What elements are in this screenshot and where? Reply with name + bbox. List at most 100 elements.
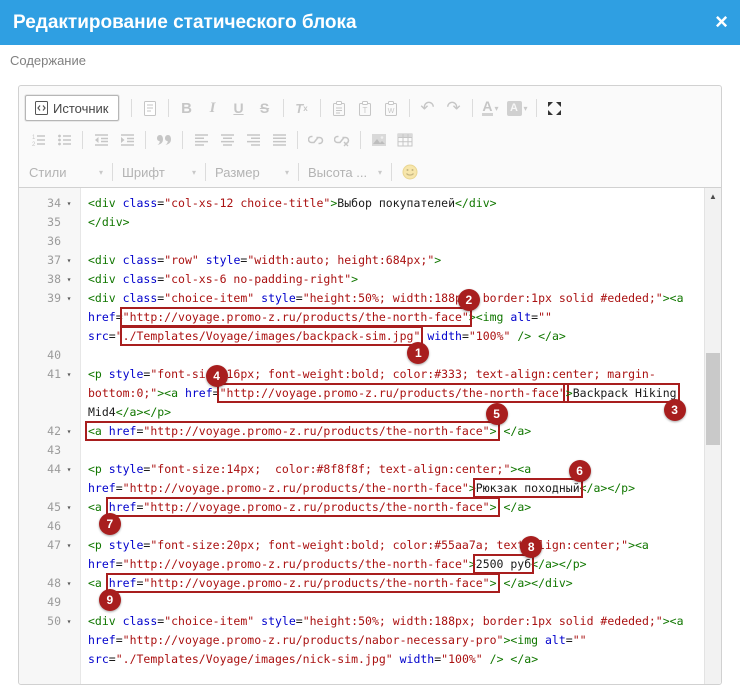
svg-text:T: T	[362, 106, 367, 115]
align-left-button[interactable]	[188, 128, 214, 152]
chevron-down-icon: ▾	[192, 168, 196, 177]
line-height-label: Высота ...	[308, 165, 367, 180]
annotation-badge: 2	[458, 289, 480, 311]
font-label: Шрифт	[122, 165, 165, 180]
toolbar-row-3: Стили▾ Шрифт ▾ Размер▾ Высота ... ▾	[25, 156, 715, 188]
fold-icon[interactable]: ▾	[61, 251, 77, 270]
fold-icon[interactable]: ▾	[61, 365, 77, 384]
annotation-badge: 4	[206, 365, 228, 387]
clipboard-icon	[332, 101, 346, 116]
align-center-icon	[220, 133, 235, 147]
annotation-box: "http://voyage.promo-z.ru/products/the-n…	[123, 310, 469, 324]
maximize-button[interactable]	[542, 96, 568, 120]
bold-button[interactable]: B	[174, 96, 200, 120]
code-line: 35</div>	[19, 213, 704, 232]
svg-text:2: 2	[32, 142, 36, 147]
font-dropdown[interactable]: Шрифт ▾	[118, 161, 200, 183]
code-line: 37▾<div class="row" style="width:auto; h…	[19, 251, 704, 270]
strikethrough-button[interactable]: S	[252, 96, 278, 120]
scroll-up-icon[interactable]: ▲	[705, 192, 721, 201]
table-button[interactable]	[392, 128, 418, 152]
fold-icon[interactable]: ▾	[61, 422, 77, 441]
remove-format-button[interactable]: Tx	[289, 96, 315, 120]
scrollbar-thumb[interactable]	[706, 353, 720, 445]
align-right-button[interactable]	[240, 128, 266, 152]
fold-icon[interactable]: ▾	[61, 460, 77, 479]
line-number: 44▾	[19, 460, 81, 479]
fold-icon[interactable]: ▾	[61, 270, 77, 289]
link-button[interactable]	[303, 128, 329, 152]
unlink-button[interactable]	[329, 128, 355, 152]
chevron-down-icon: ▾	[495, 104, 499, 113]
dialog-header: Редактирование статического блока ×	[0, 0, 740, 45]
italic-button[interactable]: I	[200, 96, 226, 120]
document-icon	[143, 101, 157, 116]
line-number: 45▾	[19, 498, 81, 517]
code-line: 47▾<p style="font-size:20px; font-weight…	[19, 536, 704, 574]
source-button[interactable]: Источник	[25, 95, 119, 121]
line-number: 41▾	[19, 365, 81, 384]
code-line: 39▾<div class="choice-item" style="heigh…	[19, 289, 704, 346]
source-code-area[interactable]: <div class="row">34▾<div class="col-xs-1…	[19, 188, 721, 684]
fold-icon[interactable]: ▾	[61, 289, 77, 308]
bulleted-list-button[interactable]	[51, 128, 77, 152]
bg-color-button[interactable]: A▾	[504, 96, 531, 120]
chevron-down-icon: ▾	[285, 168, 289, 177]
align-right-icon	[246, 133, 261, 147]
text-color-icon: A	[482, 100, 492, 116]
code-line: 46	[19, 517, 704, 536]
paste-text-button[interactable]: T	[352, 96, 378, 120]
fold-icon[interactable]: ▾	[61, 612, 77, 631]
line-number: 38▾	[19, 270, 81, 289]
line-number: 47▾	[19, 536, 81, 555]
paste-word-button[interactable]: W	[378, 96, 404, 120]
wysiwyg-editor: Источник B I U S Tx T W ↶	[18, 85, 722, 685]
close-icon[interactable]: ×	[715, 8, 728, 36]
align-center-button[interactable]	[214, 128, 240, 152]
blockquote-icon	[156, 133, 172, 147]
annotation-box: Рюкзак походный6	[476, 481, 580, 495]
content-label: Содержание	[10, 53, 86, 68]
chevron-down-icon: ▾	[378, 168, 382, 177]
line-height-dropdown[interactable]: Высота ... ▾	[304, 161, 386, 183]
underline-button[interactable]: U	[226, 96, 252, 120]
annotation-box: "http://voyage.promo-z.ru/products/the-n…	[220, 386, 566, 400]
code-line: 40	[19, 346, 704, 365]
text-color-button[interactable]: A▾	[478, 96, 504, 120]
vertical-scrollbar[interactable]: ▲	[704, 188, 721, 684]
table-icon	[397, 133, 413, 147]
code-line: 50▾<div class="choice-item" style="heigh…	[19, 612, 704, 669]
clipboard-text-icon: T	[358, 101, 372, 116]
fold-icon[interactable]: ▾	[61, 194, 77, 213]
blockquote-button[interactable]	[151, 128, 177, 152]
size-dropdown[interactable]: Размер▾	[211, 161, 293, 183]
indent-button[interactable]	[114, 128, 140, 152]
indent-icon	[120, 133, 135, 147]
dialog-title: Редактирование статического блока	[13, 0, 357, 45]
line-number: 39▾	[19, 289, 81, 308]
annotation-badge: 3	[664, 399, 686, 421]
line-number: 49	[19, 593, 81, 612]
align-justify-button[interactable]	[266, 128, 292, 152]
line-number: 42▾	[19, 422, 81, 441]
smiley-button[interactable]	[397, 160, 423, 184]
fold-icon[interactable]: ▾	[61, 498, 77, 517]
outdent-button[interactable]	[88, 128, 114, 152]
bulleted-list-icon	[57, 133, 72, 147]
annotation-box: href="http://voyage.promo-z.ru/products/…	[109, 500, 497, 514]
templates-button[interactable]	[137, 96, 163, 120]
redo-button[interactable]: ↷	[441, 96, 467, 120]
fold-icon[interactable]: ▾	[61, 536, 77, 555]
undo-button[interactable]: ↶	[415, 96, 441, 120]
annotation-badge: 6	[569, 460, 591, 482]
numbered-list-button[interactable]: 12	[25, 128, 51, 152]
source-icon	[35, 101, 48, 115]
annotation-box: href="http://voyage.promo-z.ru/products/…	[109, 576, 497, 590]
styles-dropdown[interactable]: Стили▾	[25, 161, 107, 183]
fold-icon[interactable]: ▾	[61, 574, 77, 593]
line-number: 35	[19, 213, 81, 232]
code-line: 43	[19, 441, 704, 460]
paste-button[interactable]	[326, 96, 352, 120]
image-button[interactable]	[366, 128, 392, 152]
code-line: 36	[19, 232, 704, 251]
